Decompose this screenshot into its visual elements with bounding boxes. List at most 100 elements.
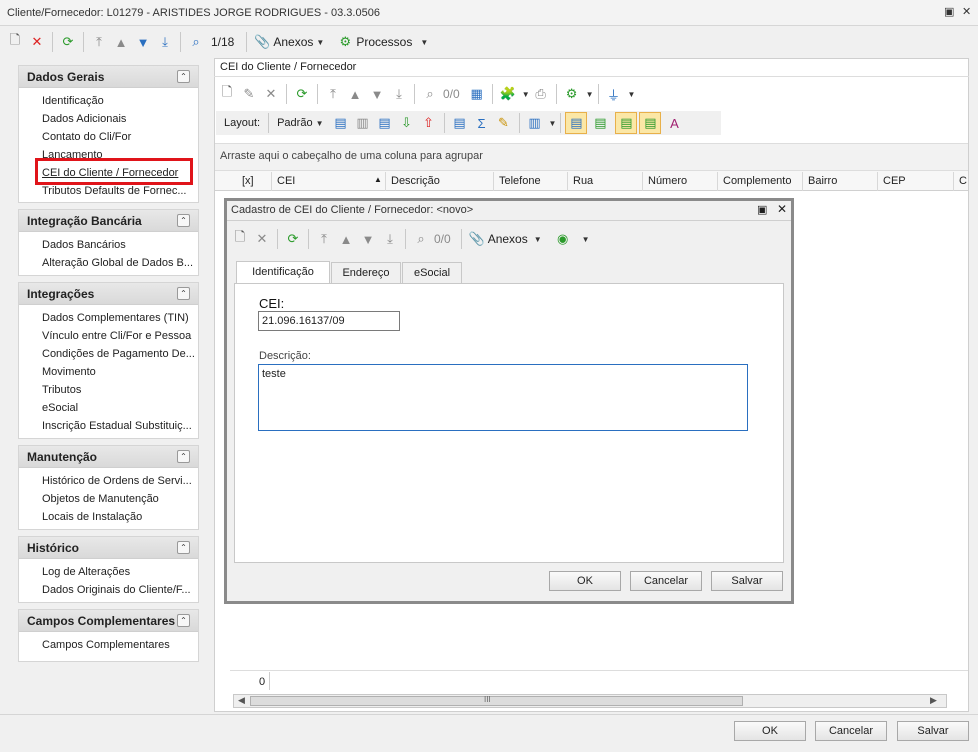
sidebar-item[interactable]: Log de Alterações	[42, 566, 194, 578]
collapse-icon[interactable]: ⌃	[177, 541, 190, 554]
processes-button[interactable]: Processos	[356, 35, 412, 49]
view-card-icon[interactable]: ▤	[615, 112, 638, 134]
dialog-save-button[interactable]: Salvar	[711, 571, 783, 591]
sidebar-item[interactable]: Dados Complementares (TIN)	[42, 312, 194, 324]
collapse-icon[interactable]: ⌃	[177, 70, 190, 83]
copy-layout-icon[interactable]: ▥	[352, 112, 374, 134]
chevron-down-icon[interactable]: ▼	[549, 119, 557, 128]
previous-record-icon[interactable]: ▲	[344, 83, 366, 105]
column-header-complemento[interactable]: Complemento	[718, 172, 803, 191]
column-header-cep[interactable]: CEP	[878, 172, 954, 191]
column-header-bairro[interactable]: Bairro	[803, 172, 878, 191]
last-record-icon[interactable]: ⤓	[379, 228, 401, 250]
column-header-numero[interactable]: Número	[643, 172, 718, 191]
dialog-attachments-button[interactable]: Anexos	[488, 232, 528, 246]
filter-icon[interactable]: ⏚	[603, 83, 625, 105]
refresh-icon[interactable]: ⟳	[282, 228, 304, 250]
globe-icon[interactable]: ◉	[552, 228, 574, 250]
first-record-icon[interactable]: ⤒	[322, 83, 344, 105]
sidebar-item[interactable]: Dados Originais do Cliente/F...	[42, 584, 194, 596]
ok-button[interactable]: OK	[734, 721, 806, 741]
column-header-rua[interactable]: Rua	[568, 172, 643, 191]
group-icon[interactable]: ▤	[449, 112, 471, 134]
sidebar-item[interactable]: Locais de Instalação	[42, 511, 194, 523]
layout-select[interactable]: Padrão	[277, 117, 312, 129]
sidebar-group-header[interactable]: Integração Bancária ⌃	[19, 210, 198, 232]
dialog-cancel-button[interactable]: Cancelar	[630, 571, 702, 591]
sidebar-group-header[interactable]: Manutenção ⌃	[19, 446, 198, 468]
chevron-down-icon[interactable]: ▼	[316, 119, 324, 128]
column-header-select[interactable]: [x]	[237, 172, 272, 191]
view-detail-icon[interactable]: ▤	[639, 112, 662, 134]
process-icon[interactable]: ⚙	[561, 83, 583, 105]
collapse-icon[interactable]: ⌃	[177, 287, 190, 300]
view-list-icon[interactable]: ▤	[589, 112, 611, 134]
columns-icon[interactable]: ▤	[374, 112, 396, 134]
chevron-down-icon[interactable]: ▼	[582, 235, 590, 244]
sidebar-item[interactable]: Campos Complementares	[42, 639, 194, 651]
sidebar-group-header[interactable]: Dados Gerais ⌃	[19, 66, 198, 88]
sum-icon[interactable]: Σ	[471, 112, 493, 134]
first-record-icon[interactable]: ⤒	[313, 228, 335, 250]
scroll-left-icon[interactable]: ◀	[238, 695, 245, 706]
column-header-c[interactable]: C	[954, 172, 968, 191]
column-header-telefone[interactable]: Telefone	[494, 172, 568, 191]
scroll-right-icon[interactable]: ▶	[930, 695, 937, 706]
tab-esocial[interactable]: eSocial	[402, 262, 462, 283]
sidebar-item[interactable]: Condições de Pagamento De...	[42, 348, 194, 360]
search-icon[interactable]: ⌕	[419, 83, 441, 105]
next-record-icon[interactable]: ▼	[357, 228, 379, 250]
export-icon[interactable]: ⇩	[396, 112, 418, 134]
chart-icon[interactable]: ▥	[524, 112, 546, 134]
column-header-cei[interactable]: CEI	[272, 172, 386, 191]
edit-icon[interactable]: ✎	[238, 83, 260, 105]
search-icon[interactable]: ⌕	[410, 228, 432, 250]
tools-icon[interactable]: 🧩	[497, 83, 519, 105]
previous-record-icon[interactable]: ▲	[110, 31, 132, 53]
last-record-icon[interactable]: ⤓	[388, 83, 410, 105]
highlight-icon[interactable]: ✎	[493, 112, 515, 134]
previous-record-icon[interactable]: ▲	[335, 228, 357, 250]
sidebar-item[interactable]: Histórico de Ordens de Servi...	[42, 475, 194, 487]
chevron-down-icon[interactable]: ▼	[522, 90, 530, 99]
sidebar-item[interactable]: Contato do Cli/For	[42, 131, 194, 143]
sidebar-group-header[interactable]: Histórico ⌃	[19, 537, 198, 559]
view-grid-icon[interactable]: ▤	[565, 112, 588, 134]
chevron-down-icon[interactable]: ▼	[628, 90, 636, 99]
next-record-icon[interactable]: ▼	[366, 83, 388, 105]
tab-endereco[interactable]: Endereço	[331, 262, 401, 283]
refresh-icon[interactable]: ⟳	[291, 83, 313, 105]
chevron-down-icon[interactable]: ▼	[534, 235, 542, 244]
save-button[interactable]: Salvar	[897, 721, 969, 741]
scrollbar-thumb[interactable]	[250, 696, 743, 706]
first-record-icon[interactable]: ⤒	[88, 31, 110, 53]
next-record-icon[interactable]: ▼	[132, 31, 154, 53]
sidebar-item[interactable]: Vínculo entre Cli/For e Pessoa	[42, 330, 194, 342]
sidebar-item[interactable]: Tributos	[42, 384, 194, 396]
sidebar-item[interactable]: Dados Adicionais	[42, 113, 194, 125]
maximize-icon[interactable]: ▣	[944, 5, 954, 18]
collapse-icon[interactable]: ⌃	[177, 614, 190, 627]
sidebar-item[interactable]: Movimento	[42, 366, 194, 378]
chevron-down-icon[interactable]: ▼	[420, 38, 428, 47]
new-icon[interactable]: 🗋	[229, 228, 251, 250]
last-record-icon[interactable]: ⤓	[154, 31, 176, 53]
dialog-ok-button[interactable]: OK	[549, 571, 621, 591]
close-icon[interactable]: ✕	[777, 202, 787, 216]
sidebar-item[interactable]: Dados Bancários	[42, 239, 194, 251]
cancel-button[interactable]: Cancelar	[815, 721, 887, 741]
delete-icon[interactable]: ✕	[260, 83, 282, 105]
print-icon[interactable]: ⎙	[530, 83, 552, 105]
delete-icon[interactable]: ✕	[26, 31, 48, 53]
close-icon[interactable]: ✕	[962, 5, 971, 18]
cei-field[interactable]: 21.096.16137/09	[258, 311, 400, 331]
delete-icon[interactable]: ✕	[251, 228, 273, 250]
column-header-descricao[interactable]: Descrição	[386, 172, 494, 191]
chevron-down-icon[interactable]: ▼	[586, 90, 594, 99]
search-icon[interactable]: ⌕	[185, 31, 207, 53]
collapse-icon[interactable]: ⌃	[177, 450, 190, 463]
chevron-down-icon[interactable]: ▼	[316, 38, 324, 47]
sidebar-item[interactable]: Inscrição Estadual Substituiç...	[42, 420, 194, 432]
save-layout-icon[interactable]: ▤	[330, 112, 352, 134]
descricao-field[interactable]: teste	[258, 364, 748, 431]
